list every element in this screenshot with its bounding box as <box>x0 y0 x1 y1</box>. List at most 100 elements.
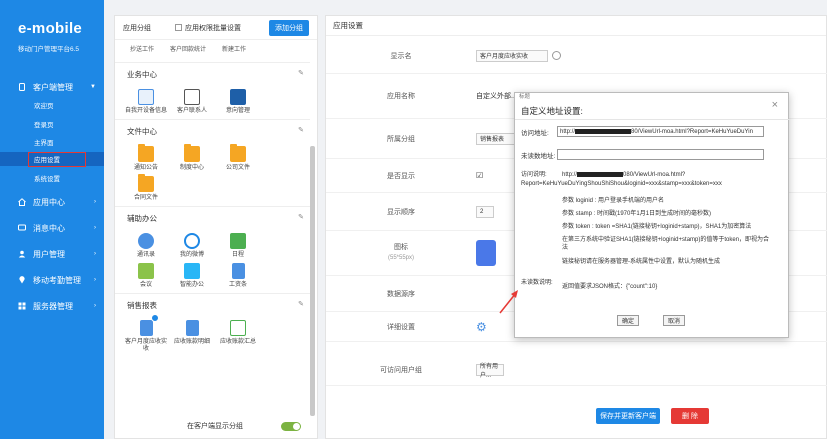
unread-url-input[interactable] <box>557 149 764 160</box>
cancel-button[interactable]: 取消 <box>663 315 685 326</box>
gear-icon[interactable]: ⚙ <box>476 320 487 334</box>
display-name-label: 显示名 <box>390 52 412 60</box>
param-loginid: 参数 loginid : 用户登录手机端的用户名 <box>562 198 665 204</box>
close-icon[interactable]: × <box>772 99 778 111</box>
unread-desc-label: 未读数说明: <box>521 280 553 286</box>
url-label: 访问地址: <box>521 129 549 137</box>
edit-icon[interactable]: ✎ <box>298 69 304 77</box>
delete-button[interactable]: 删 除 <box>671 408 709 424</box>
calendar-icon <box>230 233 246 249</box>
add-group-button[interactable]: 添加分组 <box>269 20 309 36</box>
list-item[interactable]: 抄送工作 <box>119 47 165 54</box>
globe-icon[interactable] <box>552 51 561 60</box>
app-icon-preview[interactable] <box>476 240 496 266</box>
panel-title: 应用分组 <box>123 24 151 32</box>
app-item[interactable]: 合同文件 <box>123 174 169 202</box>
sidebar-item-user-management[interactable]: 用户管理 › <box>0 246 104 262</box>
app-item[interactable]: 日程 <box>215 233 261 259</box>
app-item[interactable]: 会议 <box>123 263 169 289</box>
check-badge-icon <box>150 314 159 322</box>
contacts-icon <box>138 233 154 249</box>
batch-permission-checkbox[interactable]: 应用权限批量设置 <box>175 23 241 33</box>
app-item[interactable]: 制度中心 <box>169 144 215 172</box>
app-item[interactable]: 工资条 <box>215 263 261 289</box>
visible-users-label: 可访问用户组 <box>380 366 422 374</box>
annotation-arrow-icon <box>499 290 518 314</box>
device-icon <box>138 89 154 105</box>
selection-highlight <box>28 152 86 167</box>
home-icon <box>18 198 26 206</box>
edit-icon[interactable]: ✎ <box>298 213 304 221</box>
edit-icon[interactable]: ✎ <box>298 126 304 134</box>
sidebar-subitem-system-settings[interactable]: 系统设置 <box>0 171 104 185</box>
document-icon <box>139 314 159 336</box>
sidebar-item-server-management[interactable]: 服务器管理 › <box>0 298 104 314</box>
list-item[interactable]: 客户回款统计 <box>165 47 211 54</box>
source-label: 数据源序 <box>387 290 415 298</box>
app-item[interactable]: 应收账款明细 <box>169 320 215 353</box>
group-assist-office: 辅助办公 ✎ 通讯录 我的微博 日程 会议 智能办公 工资条 <box>115 206 310 293</box>
app-item[interactable]: 应收账款汇总 <box>215 320 261 353</box>
app-item[interactable]: 通知公告 <box>123 144 169 172</box>
visible-users-select[interactable]: 所有用户... <box>476 363 504 379</box>
unread-desc: 返回值要求JSON格式：{"count":10} <box>562 284 658 290</box>
sidebar-subitem-welcome[interactable]: 欢迎页 <box>0 98 104 112</box>
app-item[interactable]: 客户联系人 <box>169 89 215 115</box>
sidebar-item-client-management[interactable]: 客户端管理 ▼ <box>0 79 104 95</box>
phone-icon <box>19 83 25 91</box>
show-group-toggle[interactable] <box>281 421 301 431</box>
app-name-label: 应用名称 <box>387 93 415 100</box>
order-label: 显示顺序 <box>387 208 415 216</box>
group-title: 辅助办公 <box>127 214 157 223</box>
group-select[interactable]: 销售报表 <box>476 132 516 145</box>
sidebar-subitem-main[interactable]: 主界面 <box>0 135 104 149</box>
group-business-center: 业务中心 ✎ 自我开设备信息 客户联系人 意向管理 <box>115 62 310 119</box>
contacts-icon <box>184 89 200 105</box>
meeting-icon <box>138 263 154 279</box>
app-item[interactable]: 通讯录 <box>123 233 169 259</box>
redacted-host <box>577 171 624 177</box>
redacted-host <box>575 129 632 134</box>
save-update-button[interactable]: 保存并更新客户端 <box>596 408 660 424</box>
param-verify: 在第三方系统中验证SHA1(链接秘钥+loginid+stamp)的值等于tok… <box>562 237 770 243</box>
group-label: 所属分组 <box>387 135 415 143</box>
display-name-input[interactable]: 客户月度应收实收 <box>476 49 548 62</box>
sidebar-item-label: 客户端管理 <box>33 82 73 92</box>
group-list[interactable]: 抄送工作 客户回款统计 新建工作 业务中心 ✎ 自我开设备信息 客户联系人 意向… <box>115 41 310 426</box>
folder-icon <box>184 144 200 162</box>
chevron-right-icon: › <box>94 225 96 231</box>
dialog-title: 自定义地址设置: <box>521 106 583 116</box>
sidebar-subitem-app-settings[interactable]: 应用设置 <box>0 152 104 167</box>
custom-url-dialog: 标题 自定义地址设置: × 访问地址: http://80/ViewUrl-mo… <box>514 92 790 338</box>
app-item[interactable]: 公司文件 <box>215 144 261 172</box>
sidebar-subitem-login[interactable]: 登录页 <box>0 117 104 131</box>
weibo-icon <box>184 233 200 249</box>
ok-button[interactable]: 确定 <box>617 315 639 326</box>
edit-icon[interactable]: ✎ <box>298 300 304 308</box>
param-secret: 链接秘钥请在服务器管理-系统属性中设置，默认为随机生成 <box>562 259 720 265</box>
param-stamp: 参数 stamp : 时间戳(1970年1月1日到生成时间的毫秒数) <box>562 211 712 217</box>
app-item[interactable]: 智能办公 <box>169 263 215 289</box>
app-item[interactable]: 我的微博 <box>169 233 215 259</box>
order-input[interactable]: 2 <box>476 205 494 218</box>
briefcase-icon <box>230 89 246 105</box>
app-group-panel: 应用分组 应用权限批量设置 添加分组 抄送工作 客户回款统计 新建工作 业务中心… <box>114 15 318 439</box>
sidebar-item-app-center[interactable]: 应用中心 › <box>0 194 104 210</box>
document-icon <box>231 263 245 279</box>
sidebar: e-mobile 移动门户管理平台6.5 客户端管理 ▼ 欢迎页 登录页 主界面… <box>0 0 104 439</box>
list-item[interactable]: 新建工作 <box>211 47 257 54</box>
message-icon <box>18 224 26 231</box>
url-input[interactable]: http://80/ViewUrl-moa.html?Report=KeHuYu… <box>557 126 764 137</box>
desc-url-line2: Report=KeHuYueDuYingShouShiShou&loginid=… <box>521 181 722 187</box>
sidebar-item-message-center[interactable]: 消息中心 › <box>0 220 104 236</box>
scrollbar[interactable] <box>310 146 315 416</box>
is-shown-checkbox[interactable]: ☑ <box>476 171 483 180</box>
unread-url-label: 未读数地址: <box>521 152 556 160</box>
app-item[interactable]: 意向管理 <box>215 89 261 115</box>
app-item[interactable]: 自我开设备信息 <box>123 89 169 115</box>
app-item-selected[interactable]: 客户月度应收实收 <box>123 314 169 353</box>
chevron-right-icon: › <box>94 199 96 205</box>
sidebar-item-attendance[interactable]: 移动考勤管理 › <box>0 272 104 288</box>
icon-label: 图标 <box>394 244 408 251</box>
folder-icon <box>230 144 246 162</box>
